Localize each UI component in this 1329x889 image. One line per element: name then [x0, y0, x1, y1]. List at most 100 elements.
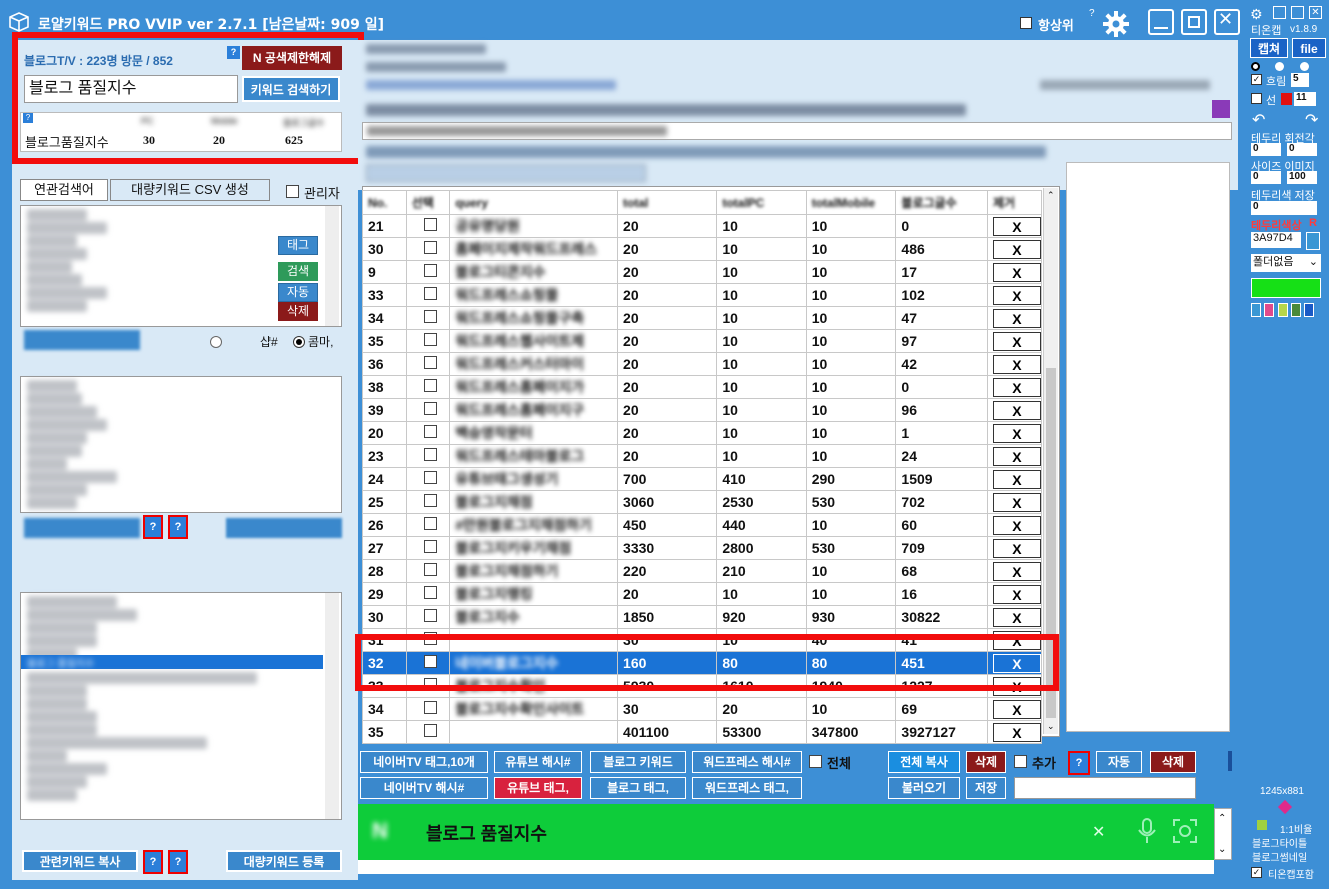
clear-icon[interactable]: ✕: [1092, 822, 1105, 842]
bulk-register-button[interactable]: 대량키워드 등록: [226, 850, 342, 872]
admin-checkbox[interactable]: [286, 185, 299, 198]
wp-hash-button[interactable]: 워드프레스 해시#: [692, 751, 802, 773]
auto-button[interactable]: 자동: [1096, 751, 1142, 773]
cell-select[interactable]: [405, 490, 451, 514]
cell-remove[interactable]: X: [986, 306, 1043, 330]
file-button[interactable]: file: [1292, 38, 1326, 58]
table-row[interactable]: 27 블로그지키우기채점 3330 2800 530 709 X: [362, 536, 1043, 560]
row-checkbox[interactable]: [424, 264, 438, 277]
row-checkbox[interactable]: [424, 724, 438, 737]
cell-select[interactable]: [405, 283, 451, 307]
youtube-hash-button[interactable]: 유튜브 해시#: [494, 751, 582, 773]
row-checkbox[interactable]: [424, 218, 438, 231]
col-blog-count[interactable]: 블로그글수: [895, 190, 988, 215]
remove-row-button[interactable]: X: [992, 331, 1041, 351]
settings-icon[interactable]: ⚙: [1250, 6, 1263, 23]
table-row[interactable]: 23 워드프레스테마블로그 20 10 10 24 X: [362, 444, 1043, 468]
auto-button[interactable]: 자동: [278, 283, 318, 302]
cell-select[interactable]: [405, 536, 451, 560]
cell-select[interactable]: [405, 421, 451, 445]
cell-remove[interactable]: X: [986, 444, 1043, 468]
radio-blurred[interactable]: [210, 336, 222, 348]
cell-remove[interactable]: X: [986, 398, 1043, 422]
cell-select[interactable]: [405, 559, 451, 583]
table-row[interactable]: 24 유튜브태그생성기 700 410 290 1509 X: [362, 467, 1043, 491]
cell-remove[interactable]: X: [986, 697, 1043, 721]
always-on-top-checkbox[interactable]: [1020, 17, 1032, 29]
related-copy-button[interactable]: 관련키워드 복사: [22, 850, 138, 872]
wp-tag-button[interactable]: 워드프레스 태그,: [692, 777, 802, 799]
memo-input[interactable]: [1014, 777, 1196, 799]
remove-row-button[interactable]: X: [992, 584, 1041, 604]
rp-minimize[interactable]: [1273, 6, 1286, 19]
row-checkbox[interactable]: [424, 471, 438, 484]
line-checkbox[interactable]: [1251, 93, 1262, 104]
cell-remove[interactable]: X: [986, 214, 1043, 238]
row-checkbox[interactable]: [424, 379, 438, 392]
table-row[interactable]: 35 401100 53300 347800 3927127 X: [362, 720, 1043, 744]
cell-remove[interactable]: X: [986, 582, 1043, 606]
remove-row-button[interactable]: X: [992, 722, 1041, 742]
col-total-pc[interactable]: totalPC: [716, 190, 807, 215]
help-mark[interactable]: ?: [1089, 8, 1095, 19]
delete-button[interactable]: 삭제: [966, 751, 1006, 773]
cell-remove[interactable]: X: [986, 283, 1043, 307]
cell-select[interactable]: [405, 398, 451, 422]
remove-row-button[interactable]: X: [992, 308, 1041, 328]
add-checkbox[interactable]: [1014, 755, 1027, 768]
remove-row-button[interactable]: X: [992, 239, 1041, 259]
remove-row-button[interactable]: X: [992, 354, 1041, 374]
navertv-tag-button[interactable]: 네이버TV 태그,10개: [360, 751, 488, 773]
cell-select[interactable]: [405, 214, 451, 238]
remove-row-button[interactable]: X: [992, 699, 1041, 719]
cell-select[interactable]: [405, 329, 451, 353]
remove-row-button[interactable]: X: [992, 538, 1041, 558]
green-color-swatch[interactable]: [1251, 278, 1321, 298]
row-checkbox[interactable]: [424, 287, 438, 300]
microphone-icon[interactable]: [1136, 817, 1158, 845]
help-button[interactable]: ?: [1068, 751, 1090, 775]
related-copy-button-blurred[interactable]: [24, 330, 140, 350]
table-row[interactable]: 25 블로그지채점 3060 2530 530 702 X: [362, 490, 1043, 514]
blog-tag-button[interactable]: 블로그 태그,: [590, 777, 686, 799]
row-checkbox[interactable]: [424, 333, 438, 346]
col-query[interactable]: query: [449, 190, 619, 215]
remove-row-button[interactable]: X: [992, 469, 1041, 489]
remove-row-button[interactable]: X: [992, 446, 1041, 466]
cell-select[interactable]: [405, 582, 451, 606]
col-remove[interactable]: 제거: [986, 190, 1043, 215]
cell-select[interactable]: [405, 375, 451, 399]
remove-row-button[interactable]: X: [992, 561, 1041, 581]
close-button[interactable]: ✕: [1214, 9, 1240, 35]
cell-remove[interactable]: X: [986, 375, 1043, 399]
related-list-3[interactable]: 블로그 품질지수: [20, 592, 342, 820]
cell-select[interactable]: [405, 467, 451, 491]
undo-icon[interactable]: ↶: [1252, 110, 1265, 130]
table-row[interactable]: 29 블로그지랭킹 20 10 10 16 X: [362, 582, 1043, 606]
delete-button-2[interactable]: 삭제: [1150, 751, 1196, 773]
tag-button[interactable]: 태그: [278, 236, 318, 255]
remove-row-button[interactable]: X: [992, 400, 1041, 420]
lens-icon[interactable]: [1172, 818, 1198, 844]
row-checkbox[interactable]: [424, 517, 438, 530]
color-hex-input[interactable]: 3A97D4: [1251, 232, 1301, 248]
url-input[interactable]: [362, 122, 1232, 140]
cell-remove[interactable]: X: [986, 490, 1043, 514]
table-row[interactable]: 28 블로그지채점하기 220 210 10 68 X: [362, 559, 1043, 583]
row-checkbox[interactable]: [424, 540, 438, 553]
line-value[interactable]: 11: [1294, 92, 1316, 106]
line-color-swatch[interactable]: [1281, 93, 1292, 105]
remove-row-button[interactable]: X: [992, 607, 1041, 627]
rotate-input-2[interactable]: 0: [1287, 143, 1317, 156]
tab-bulk-csv[interactable]: 대량키워드 CSV 생성: [110, 179, 270, 201]
table-row[interactable]: 38 워드프레스홈페이지가 20 10 10 0 X: [362, 375, 1043, 399]
cell-select[interactable]: [405, 306, 451, 330]
cell-remove[interactable]: X: [986, 536, 1043, 560]
cell-select[interactable]: [405, 260, 451, 284]
cell-select[interactable]: [405, 237, 451, 261]
cell-select[interactable]: [405, 513, 451, 537]
help-button[interactable]: ?: [168, 515, 188, 539]
search-button[interactable]: 검색: [278, 262, 318, 281]
redo-icon[interactable]: ↷: [1305, 110, 1318, 130]
row-checkbox[interactable]: [424, 241, 438, 254]
